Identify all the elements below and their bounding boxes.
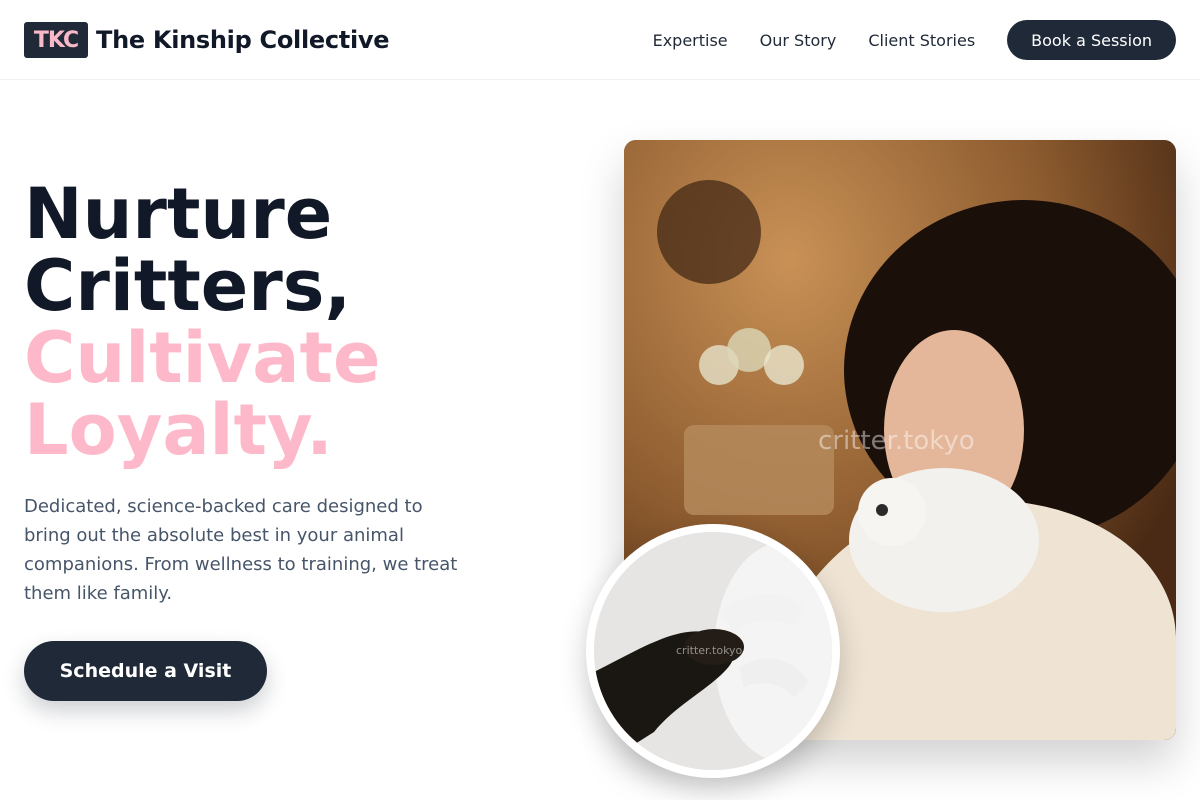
inset-photo-dog-vet-care: critter.tokyo [586,524,840,778]
hero-headline: Nurture Critters, Cultivate Loyalty. [24,178,380,466]
headline-line-4: Loyalty. [24,389,333,471]
nav-link-client-stories[interactable]: Client Stories [868,31,975,50]
logo-badge: TKC [24,22,88,58]
inset-photo-watermark: critter.tokyo [676,644,743,657]
nav-link-our-story[interactable]: Our Story [760,31,837,50]
main-nav: Expertise Our Story Client Stories Book … [653,20,1176,60]
site-header: TKC The Kinship Collective Expertise Our… [0,0,1200,80]
schedule-visit-button[interactable]: Schedule a Visit [24,641,267,701]
hero-photo-watermark: critter.tokyo [818,426,975,456]
hero-description: Dedicated, science-backed care designed … [24,496,458,604]
logo[interactable]: TKC The Kinship Collective [24,22,390,58]
nav-link-expertise[interactable]: Expertise [653,31,728,50]
headline-line-3: Cultivate [24,317,381,399]
headline-line-2: Critters, [24,245,352,327]
book-session-button[interactable]: Book a Session [1007,20,1176,60]
brand-name: The Kinship Collective [96,26,390,54]
headline-line-1: Nurture [24,173,333,255]
